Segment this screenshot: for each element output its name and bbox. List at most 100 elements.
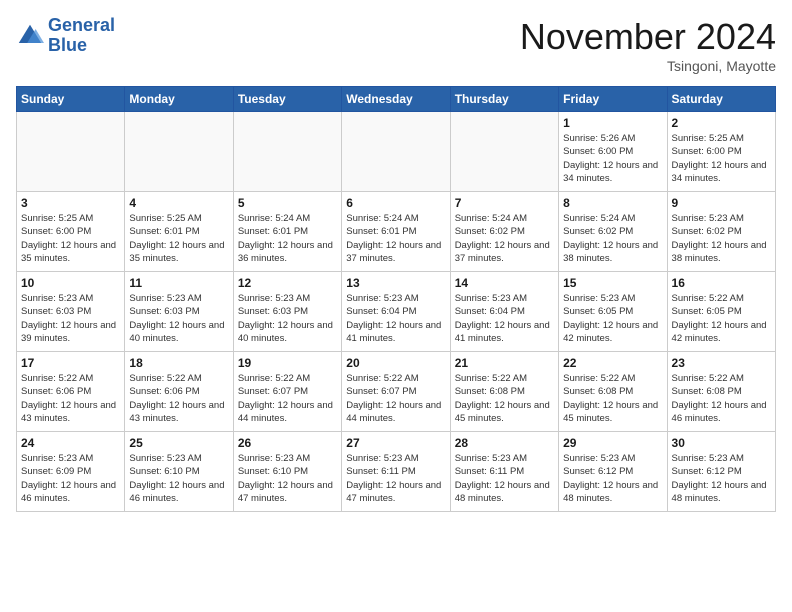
calendar-day-cell: 8 Sunrise: 5:24 AMSunset: 6:02 PMDaylight…	[559, 192, 667, 272]
day-info: Sunrise: 5:22 AMSunset: 6:08 PMDaylight:…	[672, 372, 771, 425]
day-number: 1	[563, 116, 662, 130]
day-number: 7	[455, 196, 554, 210]
day-number: 5	[238, 196, 337, 210]
day-info: Sunrise: 5:23 AMSunset: 6:11 PMDaylight:…	[455, 452, 554, 505]
logo-line1: General	[48, 15, 115, 35]
calendar-day-cell	[233, 112, 341, 192]
day-info: Sunrise: 5:23 AMSunset: 6:11 PMDaylight:…	[346, 452, 445, 505]
calendar-day-cell: 9Sunrise: 5:23 AMSunset: 6:02 PMDaylight…	[667, 192, 775, 272]
calendar-day-cell: 14 Sunrise: 5:23 AMSunset: 6:04 PMDayligh…	[450, 272, 558, 352]
weekday-header: Sunday	[17, 87, 125, 112]
calendar-day-cell: 3Sunrise: 5:25 AMSunset: 6:00 PMDaylight…	[17, 192, 125, 272]
calendar-day-cell: 12 Sunrise: 5:23 AMSunset: 6:03 PMDayligh…	[233, 272, 341, 352]
day-info: Sunrise: 5:25 AMSunset: 6:00 PMDaylight:…	[672, 132, 771, 185]
day-info: Sunrise: 5:23 AMSunset: 6:12 PMDaylight:…	[672, 452, 771, 505]
calendar-day-cell	[342, 112, 450, 192]
calendar-day-cell: 10 Sunrise: 5:23 AMSunset: 6:03 PMDayligh…	[17, 272, 125, 352]
logo: General Blue	[16, 16, 115, 56]
day-info: Sunrise: 5:23 AMSunset: 6:10 PMDaylight:…	[129, 452, 228, 505]
day-info: Sunrise: 5:23 AMSunset: 6:03 PMDaylight:…	[21, 292, 120, 345]
day-info: Sunrise: 5:22 AMSunset: 6:07 PMDaylight:…	[238, 372, 337, 425]
page-header: General Blue November 2024 Tsingoni, May…	[16, 16, 776, 74]
day-number: 15	[563, 276, 662, 290]
calendar-day-cell: 29 Sunrise: 5:23 AMSunset: 6:12 PMDayligh…	[559, 432, 667, 512]
day-info: Sunrise: 5:24 AMSunset: 6:01 PMDaylight:…	[346, 212, 445, 265]
calendar-day-cell: 23 Sunrise: 5:22 AMSunset: 6:08 PMDayligh…	[667, 352, 775, 432]
calendar-day-cell: 7 Sunrise: 5:24 AMSunset: 6:02 PMDaylight…	[450, 192, 558, 272]
logo-text: General Blue	[48, 16, 115, 56]
calendar-day-cell: 26 Sunrise: 5:23 AMSunset: 6:10 PMDayligh…	[233, 432, 341, 512]
day-info: Sunrise: 5:23 AMSunset: 6:04 PMDaylight:…	[455, 292, 554, 345]
day-number: 13	[346, 276, 445, 290]
day-number: 26	[238, 436, 337, 450]
day-info: Sunrise: 5:26 AMSunset: 6:00 PMDaylight:…	[563, 132, 662, 185]
logo-line2: Blue	[48, 35, 87, 55]
day-info: Sunrise: 5:22 AMSunset: 6:05 PMDaylight:…	[672, 292, 771, 345]
day-info: Sunrise: 5:23 AMSunset: 6:05 PMDaylight:…	[563, 292, 662, 345]
day-number: 11	[129, 276, 228, 290]
weekday-header: Monday	[125, 87, 233, 112]
calendar-day-cell: 13 Sunrise: 5:23 AMSunset: 6:04 PMDayligh…	[342, 272, 450, 352]
day-number: 23	[672, 356, 771, 370]
calendar-day-cell: 25 Sunrise: 5:23 AMSunset: 6:10 PMDayligh…	[125, 432, 233, 512]
calendar-day-cell: 28 Sunrise: 5:23 AMSunset: 6:11 PMDayligh…	[450, 432, 558, 512]
day-number: 10	[21, 276, 120, 290]
day-info: Sunrise: 5:22 AMSunset: 6:06 PMDaylight:…	[129, 372, 228, 425]
day-info: Sunrise: 5:23 AMSunset: 6:10 PMDaylight:…	[238, 452, 337, 505]
day-number: 18	[129, 356, 228, 370]
weekday-header: Thursday	[450, 87, 558, 112]
day-info: Sunrise: 5:24 AMSunset: 6:02 PMDaylight:…	[563, 212, 662, 265]
day-number: 27	[346, 436, 445, 450]
calendar-day-cell: 20Sunrise: 5:22 AMSunset: 6:07 PMDayligh…	[342, 352, 450, 432]
calendar-day-cell: 17Sunrise: 5:22 AMSunset: 6:06 PMDayligh…	[17, 352, 125, 432]
day-number: 8	[563, 196, 662, 210]
day-number: 14	[455, 276, 554, 290]
day-number: 25	[129, 436, 228, 450]
calendar-day-cell: 21Sunrise: 5:22 AMSunset: 6:08 PMDayligh…	[450, 352, 558, 432]
day-info: Sunrise: 5:23 AMSunset: 6:12 PMDaylight:…	[563, 452, 662, 505]
location-subtitle: Tsingoni, Mayotte	[520, 58, 776, 74]
calendar-day-cell: 16 Sunrise: 5:22 AMSunset: 6:05 PMDayligh…	[667, 272, 775, 352]
day-number: 17	[21, 356, 120, 370]
calendar-week-row: 24 Sunrise: 5:23 AMSunset: 6:09 PMDayligh…	[17, 432, 776, 512]
calendar-day-cell: 22 Sunrise: 5:22 AMSunset: 6:08 PMDayligh…	[559, 352, 667, 432]
title-block: November 2024 Tsingoni, Mayotte	[520, 16, 776, 74]
day-number: 16	[672, 276, 771, 290]
day-number: 12	[238, 276, 337, 290]
day-info: Sunrise: 5:24 AMSunset: 6:01 PMDaylight:…	[238, 212, 337, 265]
calendar-day-cell	[450, 112, 558, 192]
calendar-day-cell: 6 Sunrise: 5:24 AMSunset: 6:01 PMDaylight…	[342, 192, 450, 272]
calendar-day-cell: 18 Sunrise: 5:22 AMSunset: 6:06 PMDayligh…	[125, 352, 233, 432]
calendar-day-cell: 30 Sunrise: 5:23 AMSunset: 6:12 PMDayligh…	[667, 432, 775, 512]
calendar-day-cell	[17, 112, 125, 192]
weekday-header: Tuesday	[233, 87, 341, 112]
day-info: Sunrise: 5:23 AMSunset: 6:03 PMDaylight:…	[238, 292, 337, 345]
day-info: Sunrise: 5:23 AMSunset: 6:02 PMDaylight:…	[672, 212, 771, 265]
day-info: Sunrise: 5:22 AMSunset: 6:08 PMDaylight:…	[563, 372, 662, 425]
calendar-day-cell: 11 Sunrise: 5:23 AMSunset: 6:03 PMDayligh…	[125, 272, 233, 352]
day-number: 2	[672, 116, 771, 130]
day-info: Sunrise: 5:23 AMSunset: 6:04 PMDaylight:…	[346, 292, 445, 345]
day-number: 21	[455, 356, 554, 370]
weekday-header: Saturday	[667, 87, 775, 112]
day-number: 28	[455, 436, 554, 450]
day-number: 29	[563, 436, 662, 450]
calendar-week-row: 3Sunrise: 5:25 AMSunset: 6:00 PMDaylight…	[17, 192, 776, 272]
calendar-day-cell: 24 Sunrise: 5:23 AMSunset: 6:09 PMDayligh…	[17, 432, 125, 512]
calendar-day-cell: 2 Sunrise: 5:25 AMSunset: 6:00 PMDaylight…	[667, 112, 775, 192]
day-info: Sunrise: 5:23 AMSunset: 6:03 PMDaylight:…	[129, 292, 228, 345]
calendar-day-cell: 19 Sunrise: 5:22 AMSunset: 6:07 PMDayligh…	[233, 352, 341, 432]
day-number: 24	[21, 436, 120, 450]
day-number: 30	[672, 436, 771, 450]
day-info: Sunrise: 5:24 AMSunset: 6:02 PMDaylight:…	[455, 212, 554, 265]
calendar-week-row: 10 Sunrise: 5:23 AMSunset: 6:03 PMDayligh…	[17, 272, 776, 352]
day-number: 19	[238, 356, 337, 370]
day-number: 22	[563, 356, 662, 370]
calendar-day-cell: 4Sunrise: 5:25 AMSunset: 6:01 PMDaylight…	[125, 192, 233, 272]
day-number: 3	[21, 196, 120, 210]
calendar-day-cell: 1 Sunrise: 5:26 AMSunset: 6:00 PMDaylight…	[559, 112, 667, 192]
calendar-header-row: SundayMondayTuesdayWednesdayThursdayFrid…	[17, 87, 776, 112]
day-info: Sunrise: 5:23 AMSunset: 6:09 PMDaylight:…	[21, 452, 120, 505]
day-number: 6	[346, 196, 445, 210]
calendar-day-cell: 15 Sunrise: 5:23 AMSunset: 6:05 PMDayligh…	[559, 272, 667, 352]
